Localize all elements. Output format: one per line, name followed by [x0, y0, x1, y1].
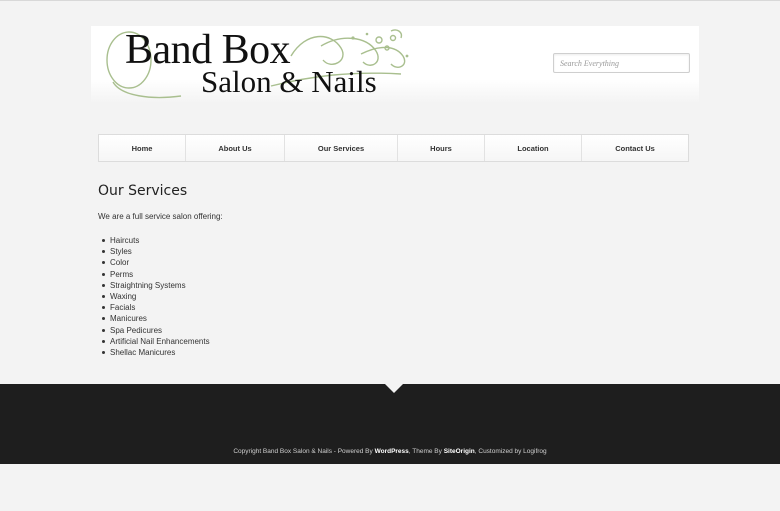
- top-rule: [0, 0, 780, 1]
- list-item: Straightning Systems: [102, 280, 210, 291]
- list-item: Waxing: [102, 291, 210, 302]
- customized-text: , Customized by Logifrog: [474, 448, 547, 455]
- list-item: Facials: [102, 302, 210, 313]
- nav-item-home[interactable]: Home: [99, 135, 186, 161]
- intro-text: We are a full service salon offering:: [98, 212, 223, 221]
- services-list: Haircuts Styles Color Perms Straightning…: [102, 235, 210, 358]
- list-item: Shellac Manicures: [102, 347, 210, 358]
- copyright-text: Copyright Band Box Salon & Nails - Power…: [233, 448, 375, 455]
- wordpress-link[interactable]: WordPress: [375, 448, 409, 455]
- list-item: Styles: [102, 246, 210, 257]
- page-title: Our Services: [98, 183, 188, 199]
- list-item: Artificial Nail Enhancements: [102, 336, 210, 346]
- site-header: Band Box Salon & Nails: [91, 26, 699, 102]
- list-item: Color: [102, 257, 210, 268]
- list-item: Spa Pedicures: [102, 325, 210, 336]
- logo-subtitle: Salon & Nails: [201, 64, 377, 99]
- footer-notch: [385, 384, 403, 393]
- nav-item-contact-us[interactable]: Contact Us: [582, 135, 688, 161]
- footer-credits: Copyright Band Box Salon & Nails - Power…: [0, 448, 780, 455]
- theme-text: , Theme By: [408, 448, 444, 455]
- nav-item-hours[interactable]: Hours: [398, 135, 485, 161]
- search-input[interactable]: [553, 53, 690, 73]
- list-item: Haircuts: [102, 235, 210, 246]
- site-logo[interactable]: Band Box Salon & Nails: [91, 26, 431, 102]
- nav-item-location[interactable]: Location: [485, 135, 582, 161]
- main-navigation: Home About Us Our Services Hours Locatio…: [98, 134, 689, 162]
- list-item: Perms: [102, 269, 210, 280]
- nav-item-our-services[interactable]: Our Services: [285, 135, 398, 161]
- list-item: Manicures: [102, 313, 210, 324]
- nav-item-about-us[interactable]: About Us: [186, 135, 285, 161]
- siteorigin-link[interactable]: SiteOrigin: [444, 448, 475, 455]
